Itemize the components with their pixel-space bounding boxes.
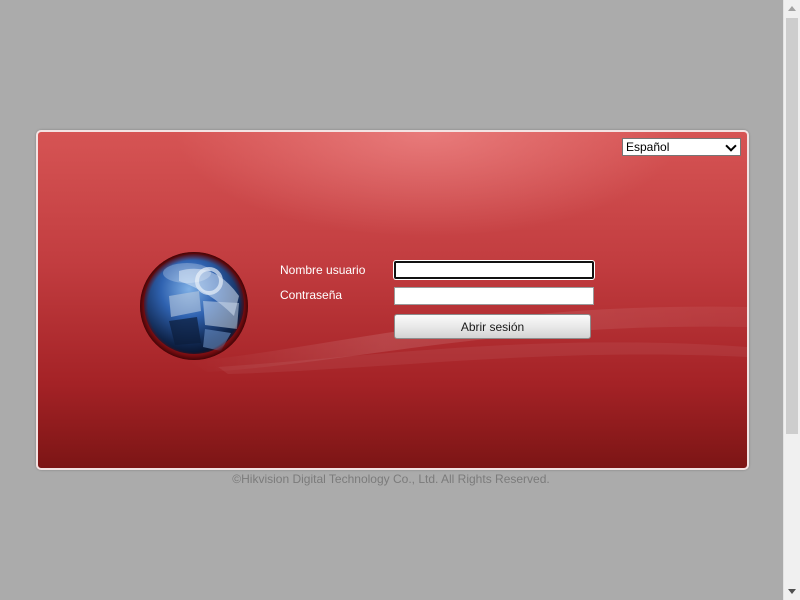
password-input[interactable] [394,287,594,305]
page-viewport: Español Nombre usuario Contraseña Abrir … [0,0,783,600]
username-input[interactable] [394,261,594,279]
password-label: Contraseña [280,288,343,302]
login-button[interactable]: Abrir sesión [394,314,591,339]
scrollbar-thumb[interactable] [786,18,798,434]
login-button-label: Abrir sesión [460,319,525,334]
username-label: Nombre usuario [280,263,366,277]
scroll-up-arrow-icon[interactable] [784,0,800,17]
login-panel: Español Nombre usuario Contraseña Abrir … [36,130,749,470]
scroll-down-arrow-icon[interactable] [784,583,800,600]
copyright-text: ©Hikvision Digital Technology Co., Ltd. … [232,472,550,486]
chevron-down-icon [725,139,737,152]
language-select[interactable]: Español [622,138,741,156]
vertical-scrollbar[interactable] [783,0,800,600]
language-select-value: Español [626,140,670,154]
globe-logo-icon [140,252,248,360]
